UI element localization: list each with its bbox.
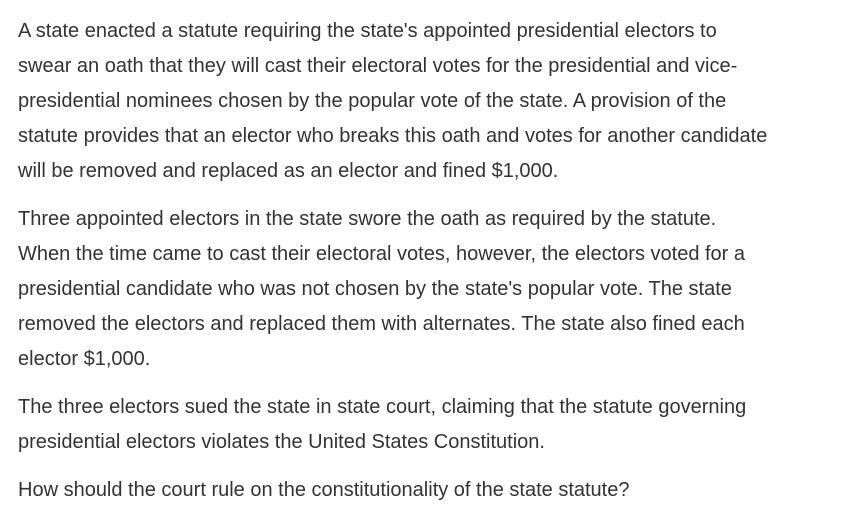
question-paragraph-lawsuit: The three electors sued the state in sta… — [18, 396, 747, 453]
question-paragraph-facts-statute: A state enacted a statute requiring the … — [18, 20, 768, 182]
question-paragraph-facts-electors: Three appointed electors in the state sw… — [18, 208, 746, 370]
question-prompt: How should the court rule on the constit… — [18, 479, 630, 501]
question-body: A state enacted a statute requiring the … — [18, 14, 846, 521]
